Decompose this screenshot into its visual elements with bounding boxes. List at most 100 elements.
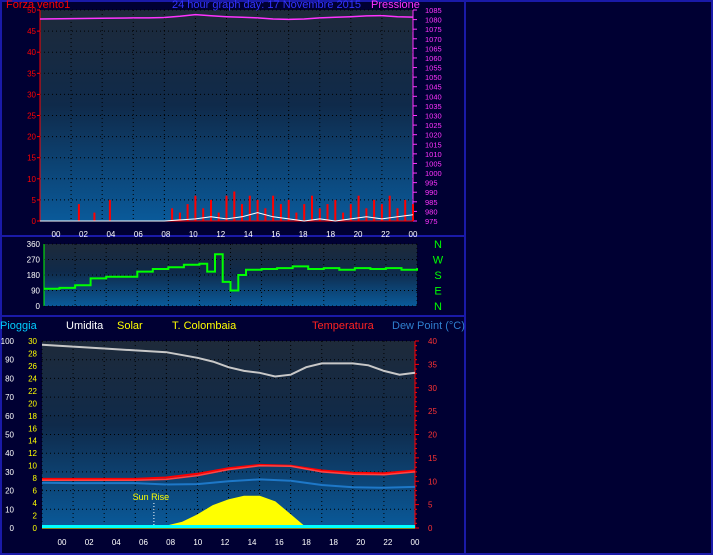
- temperature-tick-label: 40: [428, 337, 437, 346]
- x-tick-label: 02: [79, 230, 88, 239]
- direction-tick-label: 270: [27, 256, 41, 265]
- wind-bar: [412, 204, 414, 221]
- humidity-tick-label: 22: [28, 387, 37, 396]
- dew-label: Dew Point (°C): [392, 320, 465, 332]
- left-tick-label: 35: [27, 69, 36, 78]
- rain-tick-label: 80: [5, 374, 14, 383]
- humidity-tick-label: 12: [28, 449, 37, 458]
- wind-bar: [287, 199, 290, 221]
- x-tick-label: 04: [112, 538, 121, 547]
- temperature-tick-label: 30: [428, 384, 437, 393]
- x-tick-label: 00: [58, 538, 67, 547]
- weather-graph: 0510152025303540455097598098599099510001…: [0, 0, 713, 555]
- rain-label: Pioggia: [0, 320, 37, 332]
- compass-label: S: [434, 270, 441, 282]
- humidity-tick-label: 20: [28, 399, 37, 408]
- right-tick-label: 1055: [425, 64, 442, 73]
- x-tick-label: 00: [52, 230, 61, 239]
- solar-label: Solar: [117, 320, 143, 332]
- x-tick-label: 00: [409, 230, 418, 239]
- colombaia-label: T. Colombaia: [172, 320, 237, 332]
- right-tick-label: 1065: [425, 44, 442, 53]
- wind-bar: [233, 191, 236, 221]
- compass-label: W: [433, 255, 444, 267]
- humidity-tick-label: 28: [28, 349, 37, 358]
- wind-bar: [396, 208, 399, 221]
- temperature-tick-label: 0: [428, 524, 433, 533]
- x-tick-label: 22: [383, 538, 392, 547]
- right-tick-label: 1000: [425, 169, 442, 178]
- wind-bar: [334, 199, 337, 221]
- wind-bar: [303, 204, 306, 221]
- humidity-tick-label: 16: [28, 424, 37, 433]
- humidity-tick-label: 10: [28, 462, 37, 471]
- humidity-tick-label: 6: [33, 487, 38, 496]
- right-tick-label: 1020: [425, 131, 442, 140]
- rain-tick-label: 30: [5, 468, 14, 477]
- wind-bar: [311, 195, 313, 221]
- wind-bar: [171, 208, 174, 221]
- right-tick-label: 1005: [425, 159, 442, 168]
- humidity-tick-label: 2: [33, 512, 38, 521]
- x-tick-label: 00: [411, 538, 420, 547]
- humidity-tick-label: 4: [33, 499, 38, 508]
- wind-bar: [241, 204, 243, 221]
- left-tick-label: 30: [27, 90, 36, 99]
- temperature-tick-label: 20: [428, 431, 437, 440]
- x-tick-label: 22: [381, 230, 390, 239]
- wind-bar: [210, 199, 212, 221]
- x-tick-label: 08: [166, 538, 175, 547]
- right-tick-label: 985: [425, 198, 438, 207]
- left-tick-label: 40: [27, 48, 36, 57]
- x-tick-label: 12: [216, 230, 225, 239]
- humidity-tick-label: 0: [33, 524, 38, 533]
- x-tick-label: 16: [275, 538, 284, 547]
- wind-bar: [279, 204, 282, 221]
- right-tick-label: 1075: [425, 25, 442, 34]
- wind-bar: [404, 199, 407, 221]
- rain-bar: [42, 525, 415, 528]
- wind-bar: [217, 212, 220, 221]
- humidity-tick-label: 18: [28, 412, 37, 421]
- wind-bar: [194, 195, 197, 221]
- left-tick-label: 15: [27, 154, 36, 163]
- left-tick-label: 25: [27, 112, 36, 121]
- wind-bar: [326, 204, 329, 221]
- rain-tick-label: 20: [5, 487, 14, 496]
- x-tick-label: 18: [326, 230, 335, 239]
- humidity-tick-label: 26: [28, 362, 37, 371]
- rain-tick-label: 100: [1, 337, 15, 346]
- wind-bar: [202, 208, 205, 221]
- rain-tick-label: 0: [10, 524, 15, 533]
- right-tick-label: 1085: [425, 6, 442, 15]
- x-tick-label: 14: [244, 230, 253, 239]
- x-tick-label: 10: [189, 230, 198, 239]
- left-tick-label: 10: [27, 175, 36, 184]
- x-tick-label: 20: [356, 538, 365, 547]
- x-tick-label: 18: [299, 230, 308, 239]
- direction-tick-label: 0: [36, 302, 41, 311]
- compass-label: E: [434, 286, 441, 298]
- rain-tick-label: 40: [5, 449, 14, 458]
- right-tick-label: 980: [425, 207, 438, 216]
- x-tick-label: 06: [134, 230, 143, 239]
- right-tick-label: 1045: [425, 83, 442, 92]
- humidity-tick-label: 14: [28, 437, 37, 446]
- right-tick-label: 1080: [425, 16, 442, 25]
- left-tick-label: 20: [27, 133, 36, 142]
- wind-bar: [93, 212, 96, 221]
- temperature-tick-label: 25: [428, 407, 437, 416]
- right-tick-label: 1025: [425, 121, 442, 130]
- wind-bar: [357, 195, 360, 221]
- rain-tick-label: 60: [5, 412, 14, 421]
- x-tick-label: 20: [354, 230, 363, 239]
- right-tick-label: 990: [425, 188, 438, 197]
- direction-tick-label: 180: [27, 271, 41, 280]
- wind-bar: [365, 208, 368, 221]
- temperature-tick-label: 5: [428, 501, 433, 510]
- x-tick-label: 14: [248, 538, 257, 547]
- left-tick-label: 0: [32, 217, 37, 226]
- rain-tick-label: 50: [5, 431, 14, 440]
- rain-tick-label: 10: [5, 505, 14, 514]
- humidity-tick-label: 8: [33, 474, 38, 483]
